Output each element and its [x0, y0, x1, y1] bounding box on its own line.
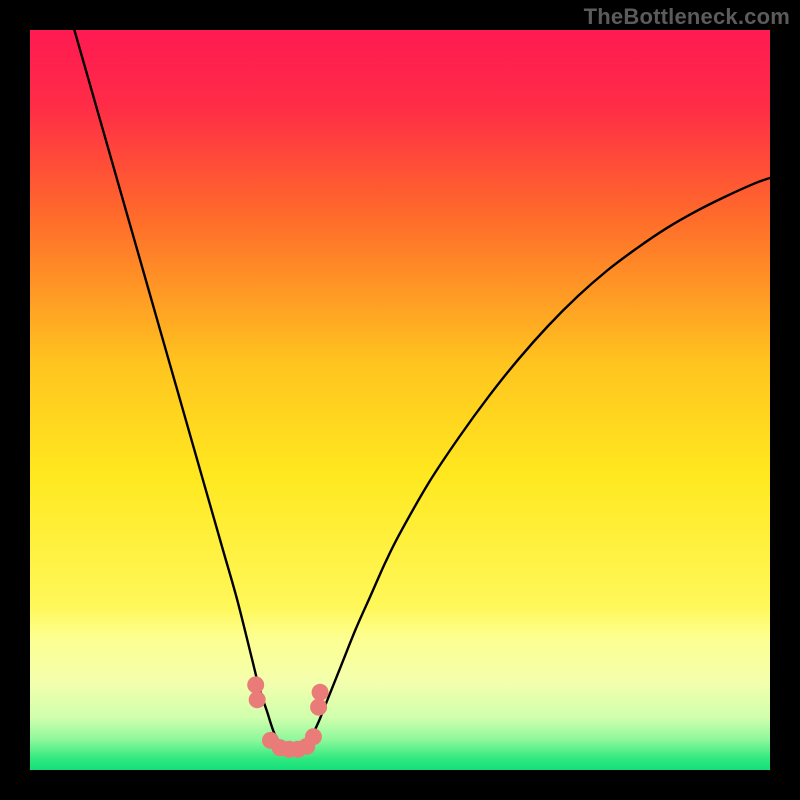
- bottleneck-curve: [74, 30, 770, 748]
- plot-area: [30, 30, 770, 770]
- curve-layer: [30, 30, 770, 770]
- watermark-text: TheBottleneck.com: [584, 4, 790, 30]
- trough-marker: [249, 691, 266, 708]
- trough-marker: [305, 728, 322, 745]
- trough-marker: [312, 684, 329, 701]
- outer-frame: TheBottleneck.com: [0, 0, 800, 800]
- trough-marker: [247, 676, 264, 693]
- trough-markers: [247, 676, 328, 757]
- trough-marker: [310, 699, 327, 716]
